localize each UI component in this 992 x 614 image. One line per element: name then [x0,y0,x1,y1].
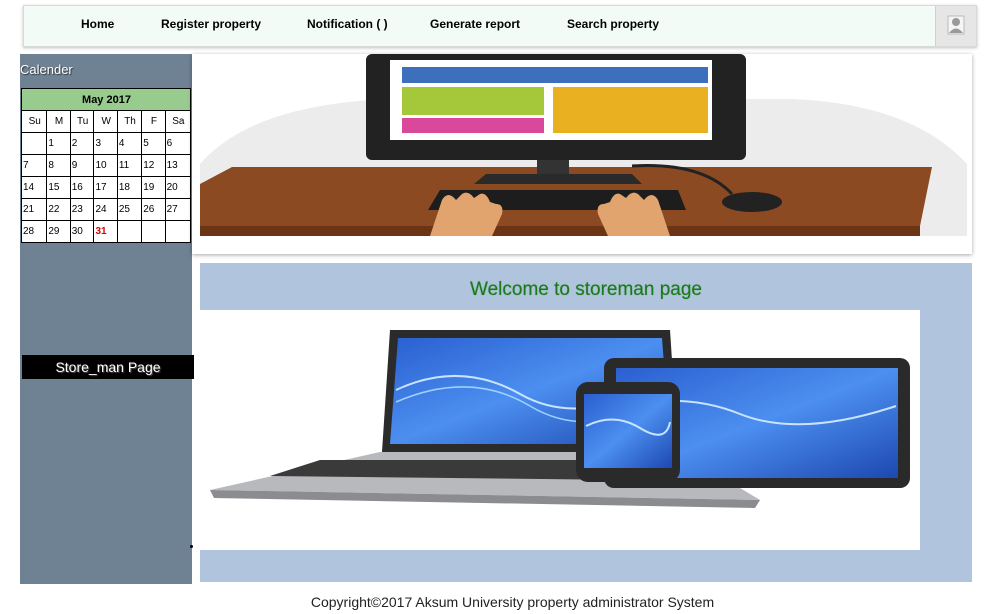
calendar-day[interactable]: 27 [164,198,192,221]
calendar-day[interactable]: 29 [46,220,71,243]
calendar-days: 1 2 3 4 5 6 7 8 9 10 11 12 13 14 15 16 17 18 19 20 21 22 23 24 2… [20,132,192,243]
calendar-day[interactable]: 18 [116,176,143,199]
nav-home-link[interactable]: Home [81,17,114,31]
calendar-day[interactable]: 5 [141,132,166,155]
calendar-empty-cell [20,132,48,155]
devices-image [200,310,920,550]
calendar-week-row: 123456 [20,132,192,155]
calendar-day[interactable]: 22 [46,198,71,221]
calendar-day[interactable]: 17 [93,176,118,199]
calendar-week-row: 14 15 16 17 18 19 20 [20,176,192,199]
calendar-weekday: Th [116,110,143,133]
stray-dot [190,545,193,548]
sidebar: Calender May 2017 Su M Tu W Th F Sa 1234567891… [20,54,194,584]
calendar-day[interactable]: 8 [46,154,71,177]
footer-copyright: Copyright©2017 Aksum University property… [310,594,715,610]
calendar-day[interactable]: 21 [20,198,48,221]
calendar-week-row: 21 22 23 24 25 26 27 [20,198,192,221]
calendar-week-row: 28 29 30 31 [20,220,192,243]
banner-image [192,54,972,254]
calendar-day[interactable]: 10 [93,154,118,177]
calendar-day[interactable]: 12 [141,154,166,177]
calendar-caption: Calender [20,62,73,77]
calendar-day[interactable]: 30 [69,220,95,243]
calendar-empty-cell [141,220,166,243]
calendar-weekday: Sa [164,110,192,133]
calendar-day[interactable]: 9 [69,154,95,177]
calendar-day[interactable]: 15 [46,176,71,199]
nav-generate-report-link[interactable]: Generate report [430,17,520,31]
calendar-weekday: Tu [69,110,95,133]
calendar-day[interactable]: 25 [116,198,143,221]
desk-computer-illustration [200,54,967,236]
calendar-weekday: F [141,110,166,133]
nav-search-property-link[interactable]: Search property [567,17,659,31]
store-man-page-label: Store_man Page [22,355,194,379]
calendar-day[interactable]: 14 [20,176,48,199]
calendar-day[interactable]: 3 [93,132,118,155]
user-avatar-icon [947,15,965,35]
devices-illustration [210,330,910,508]
calendar-day[interactable]: 26 [141,198,166,221]
calendar-day[interactable]: 6 [164,132,192,155]
calendar-day[interactable]: 1 [46,132,71,155]
welcome-heading: Welcome to storeman page [470,279,702,300]
calendar-day[interactable]: 7 [20,154,48,177]
calendar-empty-cell [164,220,192,243]
calendar-month-title: May 2017 [21,88,191,111]
calendar-week-row: 7 8 9 10 11 12 13 [20,154,192,177]
top-navigation-bar: Home Register property Notification ( ) … [23,5,977,47]
nav-notification-link[interactable]: Notification ( ) [307,17,388,31]
calendar-weekday: M [46,110,71,133]
calendar-weekday: Su [20,110,48,133]
user-avatar-button[interactable] [935,6,976,46]
calendar-day[interactable]: 16 [69,176,95,199]
calendar-day[interactable]: 2 [69,132,95,155]
calendar-weekday: W [93,110,118,133]
calendar-day[interactable]: 11 [116,154,143,177]
calendar-day[interactable]: 24 [93,198,118,221]
calendar-day[interactable]: 20 [164,176,192,199]
calendar-day[interactable]: 4 [116,132,143,155]
calendar-day[interactable]: 31 [93,220,118,243]
calendar-day[interactable]: 19 [141,176,166,199]
calendar: May 2017 Su M Tu W Th F Sa 1 2 3 4 5 6 7 8 9 10 11 12 13 14… [20,88,192,243]
calendar-day[interactable]: 23 [69,198,95,221]
main-content-panel: Welcome to storeman page [200,263,972,582]
calendar-day[interactable]: 28 [20,220,48,243]
nav-register-property-link[interactable]: Register property [161,17,261,31]
calendar-day[interactable]: 13 [164,154,192,177]
calendar-empty-cell [116,220,143,243]
calendar-weekday-row: Su M Tu W Th F Sa [20,110,192,133]
